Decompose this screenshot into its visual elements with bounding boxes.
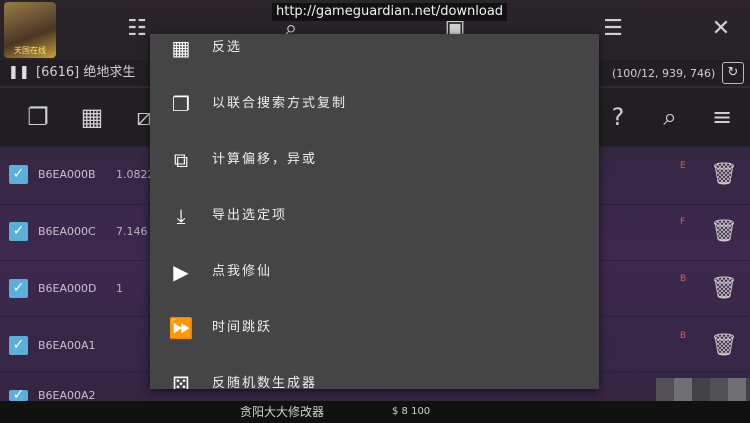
row-checkbox[interactable]: ✓: [9, 222, 28, 241]
result-counts: (100/12, 939, 746): [612, 67, 716, 80]
dice-icon: ⚄: [172, 372, 190, 389]
context-menu: ▦ 反选 ❐ 以联合搜索方式复制 ⧉ 计算偏移，异或 ⤓ 导出选定项 ▶ 点我修…: [150, 34, 599, 389]
row-address: B6EA000C: [38, 225, 96, 238]
process-label: [6616] 绝地求生: [36, 65, 136, 80]
play-icon: ▶: [173, 260, 189, 284]
menu-item-calc-offset[interactable]: ⧉ 计算偏移，异或: [150, 132, 599, 188]
sliders-icon[interactable]: ☷: [122, 14, 152, 44]
export-icon: ⤓: [176, 204, 186, 228]
refresh-button[interactable]: ↻: [722, 62, 744, 84]
menu-item-invert-selection[interactable]: ▦ 反选: [150, 34, 599, 76]
row-address: B6EA000B: [38, 168, 96, 181]
menu-item-label: 计算偏移，异或: [212, 152, 318, 167]
menu-item-play[interactable]: ▶ 点我修仙: [150, 244, 599, 300]
row-address: B6EA00A1: [38, 339, 96, 352]
row-address: B6EA00A2: [38, 389, 96, 401]
url-banner: http://gameguardian.net/download: [272, 3, 508, 21]
search-icon[interactable]: ⌕: [650, 97, 690, 137]
app-avatar[interactable]: 天国在线: [4, 2, 56, 58]
row-checkbox[interactable]: ✓: [9, 279, 28, 298]
row-type: E: [680, 161, 686, 171]
menu-item-label: 以联合搜索方式复制: [212, 96, 348, 111]
row-type: F: [680, 217, 686, 227]
row-value[interactable]: 7.146: [116, 224, 148, 240]
fast-forward-icon: ⏩: [168, 316, 194, 340]
menu-item-label: 时间跳跃: [212, 320, 273, 335]
offset-calc-icon: ⧉: [173, 148, 189, 172]
row-checkbox[interactable]: ✓: [9, 165, 28, 184]
avatar-label: 天国在线: [14, 46, 46, 55]
row-checkbox[interactable]: ✓: [9, 336, 28, 355]
bottom-ad-extra: $ 8 100: [392, 406, 431, 417]
row-checkbox[interactable]: ✓: [9, 388, 28, 402]
trash-icon[interactable]: 🗑: [710, 162, 738, 188]
row-value[interactable]: 1.0822: [116, 167, 155, 183]
copy-icon[interactable]: ❐: [18, 97, 58, 137]
trash-icon[interactable]: 🗑: [710, 276, 738, 302]
menu-item-label: 反选: [212, 40, 243, 55]
help-search-icon[interactable]: ?: [598, 97, 638, 137]
bottom-ad-text: 贪阳大大修改器: [240, 405, 325, 419]
menu-item-export-selected[interactable]: ⤓ 导出选定项: [150, 188, 599, 244]
bottom-bar: [0, 401, 750, 423]
menu-item-anti-rng[interactable]: ⚄ 反随机数生成器: [150, 356, 599, 389]
copy-icon: ❐: [172, 92, 190, 116]
row-value[interactable]: 1: [116, 281, 123, 297]
select-all-icon[interactable]: ▦: [72, 97, 112, 137]
row-type: B: [680, 274, 687, 284]
select-invert-icon: ▦: [171, 36, 191, 60]
pause-button[interactable]: ❚❚: [8, 63, 30, 83]
list-icon[interactable]: ☰: [598, 14, 628, 44]
row-address: B6EA000D: [38, 282, 97, 295]
menu-item-copy-joint-search[interactable]: ❐ 以联合搜索方式复制: [150, 76, 599, 132]
menu-item-label: 点我修仙: [212, 264, 273, 279]
menu-icon[interactable]: ≡: [702, 97, 742, 137]
trash-icon[interactable]: 🗑: [710, 333, 738, 359]
close-icon[interactable]: ✕: [706, 14, 736, 44]
trash-icon[interactable]: 🗑: [710, 219, 738, 245]
menu-item-label: 反随机数生成器: [212, 376, 318, 389]
refresh-icon: ↻: [727, 65, 739, 80]
menu-item-label: 导出选定项: [212, 208, 288, 223]
menu-item-time-jump[interactable]: ⏩ 时间跳跃: [150, 300, 599, 356]
row-type: B: [680, 331, 687, 341]
